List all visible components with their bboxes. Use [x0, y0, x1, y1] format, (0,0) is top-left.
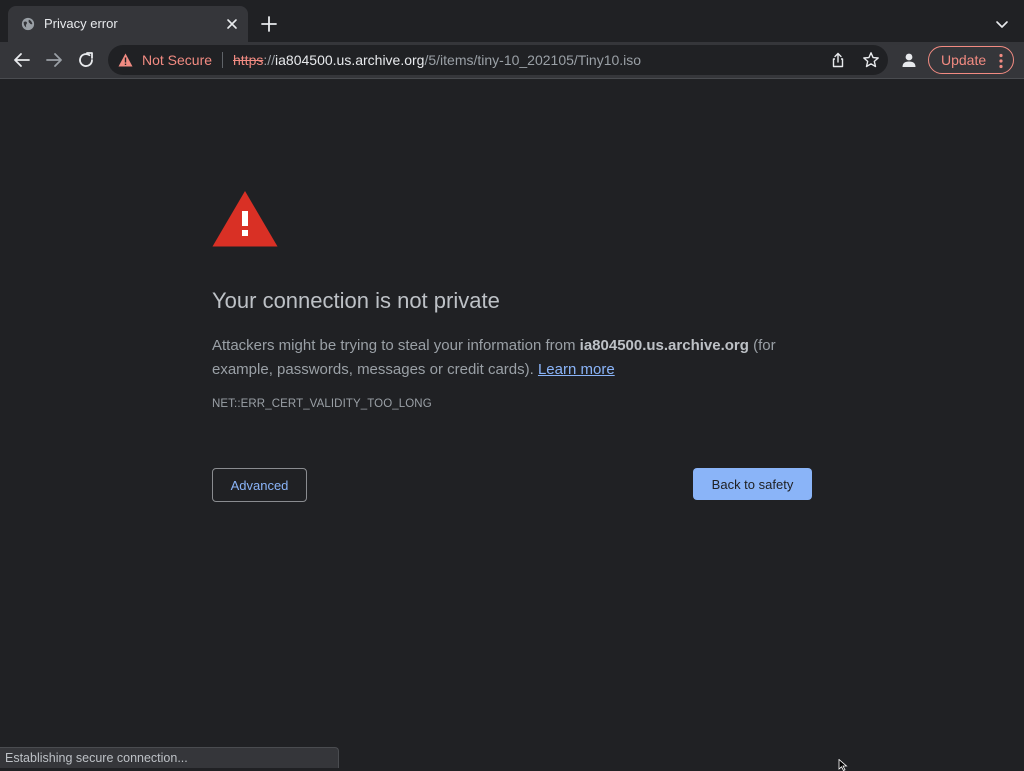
bookmark-star-icon[interactable]: [862, 51, 880, 69]
status-text: Establishing secure connection...: [5, 751, 188, 765]
explanation-host: ia804500.us.archive.org: [579, 337, 749, 354]
url-scheme: https: [233, 52, 264, 68]
tab-strip: Privacy error: [0, 0, 1024, 42]
forward-arrow-icon[interactable]: [44, 50, 64, 70]
tab-title: Privacy error: [44, 16, 118, 31]
error-code: NET::ERR_CERT_VALIDITY_TOO_LONG: [212, 398, 432, 410]
kebab-menu-icon[interactable]: [999, 53, 1003, 69]
url-separator: ://: [263, 52, 276, 68]
back-arrow-icon[interactable]: [12, 50, 32, 70]
update-label: Update: [941, 52, 987, 68]
browser-toolbar: Not Secure https://ia804500.us.archive.o…: [0, 42, 1024, 79]
chevron-down-icon[interactable]: [994, 16, 1010, 32]
profile-avatar-icon[interactable]: [900, 51, 918, 69]
url-path: /5/items/tiny-10_202105/Tiny10.iso: [424, 52, 642, 68]
not-secure-label[interactable]: Not Secure: [142, 52, 212, 68]
status-bubble: Establishing secure connection...: [0, 747, 339, 768]
url-host: ia804500.us.archive.org: [275, 52, 425, 68]
warning-triangle-icon: [212, 191, 278, 247]
reload-icon[interactable]: [76, 50, 96, 70]
mouse-cursor-icon: [838, 759, 848, 771]
globe-icon: [21, 17, 35, 31]
new-tab-plus-icon[interactable]: [260, 15, 278, 33]
address-bar[interactable]: Not Secure https://ia804500.us.archive.o…: [108, 45, 888, 75]
url-text[interactable]: https://ia804500.us.archive.org/5/items/…: [233, 52, 641, 68]
page-title: Your connection is not private: [212, 288, 500, 313]
share-icon[interactable]: [830, 52, 846, 68]
warning-triangle-icon[interactable]: [118, 53, 133, 67]
learn-more-link[interactable]: Learn more: [538, 361, 615, 378]
tab-privacy-error[interactable]: Privacy error: [8, 6, 248, 42]
explanation-paragraph: Attackers might be trying to steal your …: [212, 334, 822, 382]
advanced-button[interactable]: Advanced: [212, 468, 307, 502]
update-button[interactable]: Update: [928, 46, 1014, 74]
omnibox-divider: [222, 52, 223, 68]
back-to-safety-button[interactable]: Back to safety: [693, 468, 812, 500]
explanation-prefix: Attackers might be trying to steal your …: [212, 337, 580, 354]
close-icon[interactable]: [224, 16, 240, 32]
